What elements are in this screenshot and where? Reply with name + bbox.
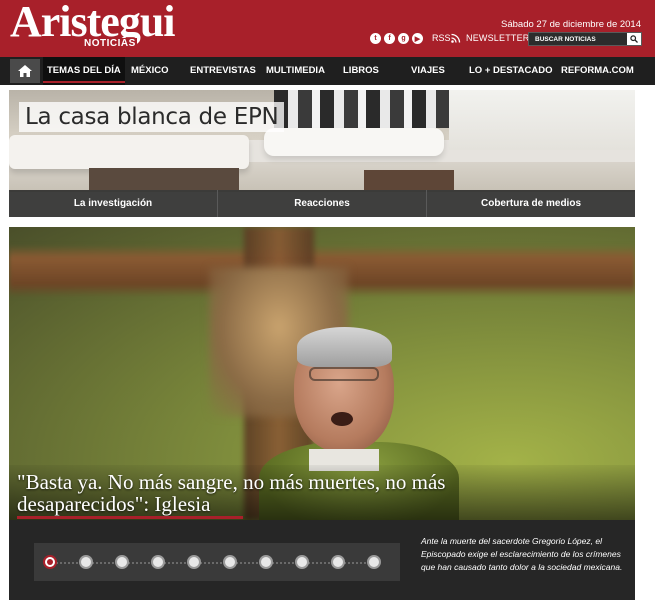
rss-link[interactable]: RSS [432, 33, 451, 43]
main-headline[interactable]: "Basta ya. No más sangre, no más muertes… [17, 471, 577, 515]
pager-dot[interactable] [43, 555, 57, 569]
pager-dot[interactable] [151, 555, 165, 569]
main-story-image[interactable]: "Basta ya. No más sangre, no más muertes… [9, 227, 635, 520]
nav-item-lo-mas-destacado[interactable]: LO + DESTACADO [469, 57, 552, 85]
pager-dot[interactable] [187, 555, 201, 569]
banner-photo-table [89, 168, 239, 190]
home-icon[interactable] [10, 59, 40, 83]
newsletter-link[interactable]: NEWSLETTER [466, 33, 530, 43]
feature-title[interactable]: La casa blanca de EPN [19, 102, 285, 132]
banner-photo-window [449, 90, 635, 150]
pager-dot[interactable] [115, 555, 129, 569]
story-summary: Ante la muerte del sacerdote Gregorio Ló… [421, 536, 623, 572]
nav-item-libros[interactable]: LIBROS [343, 57, 379, 85]
feature-tab-investigacion[interactable]: La investigación [9, 190, 218, 217]
twitter-icon[interactable]: t [370, 33, 381, 44]
search-icon[interactable] [627, 33, 641, 45]
pager-dot[interactable] [331, 555, 345, 569]
feature-tab-reacciones[interactable]: Reacciones [218, 190, 427, 217]
pager-dot[interactable] [223, 555, 237, 569]
current-date: Sábado 27 de diciembre de 2014 [501, 19, 641, 30]
feature-tabs: La investigación Reacciones Cobertura de… [9, 190, 635, 217]
slideshow-pager [34, 543, 400, 581]
nav-item-multimedia[interactable]: MULTIMEDIA [266, 57, 325, 85]
banner-photo-sofa [9, 135, 249, 169]
pager-dot[interactable] [295, 555, 309, 569]
nav-item-reforma[interactable]: REFORMA.COM [561, 57, 634, 85]
main-navigation: TEMAS DEL DÍA MÉXICO ENTREVISTAS MULTIME… [0, 57, 655, 85]
search-box [528, 32, 642, 46]
social-links: t f g ▶ [370, 33, 423, 44]
pager-dot[interactable] [259, 555, 273, 569]
banner-photo-artwork [274, 90, 449, 128]
story-strip: Ante la muerte del sacerdote Gregorio Ló… [9, 520, 635, 600]
banner-photo-sofa [264, 128, 444, 156]
logo-subtitle: NOTICIAS [83, 38, 137, 49]
googleplus-icon[interactable]: g [398, 33, 409, 44]
story-photo-hair [297, 327, 392, 367]
nav-item-temas-del-dia[interactable]: TEMAS DEL DÍA [43, 57, 125, 85]
story-photo-mouth [331, 412, 353, 426]
nav-item-entrevistas[interactable]: ENTREVISTAS [190, 57, 256, 85]
facebook-icon[interactable]: f [384, 33, 395, 44]
rss-icon[interactable] [451, 33, 461, 43]
feature-banner[interactable]: La casa blanca de EPN La investigación R… [9, 90, 635, 217]
feature-tab-cobertura[interactable]: Cobertura de medios [427, 190, 635, 217]
headline-accent-bar [17, 516, 243, 519]
nav-item-mexico[interactable]: MÉXICO [131, 57, 168, 85]
youtube-icon[interactable]: ▶ [412, 33, 423, 44]
site-header: Aristegui NOTICIAS Sábado 27 de diciembr… [0, 0, 655, 57]
search-input[interactable] [529, 33, 627, 45]
banner-photo-table [364, 170, 454, 190]
pager-track [48, 562, 378, 564]
pager-dot[interactable] [79, 555, 93, 569]
story-photo-glasses [309, 367, 379, 381]
pager-dot[interactable] [367, 555, 381, 569]
nav-item-viajes[interactable]: VIAJES [411, 57, 445, 85]
